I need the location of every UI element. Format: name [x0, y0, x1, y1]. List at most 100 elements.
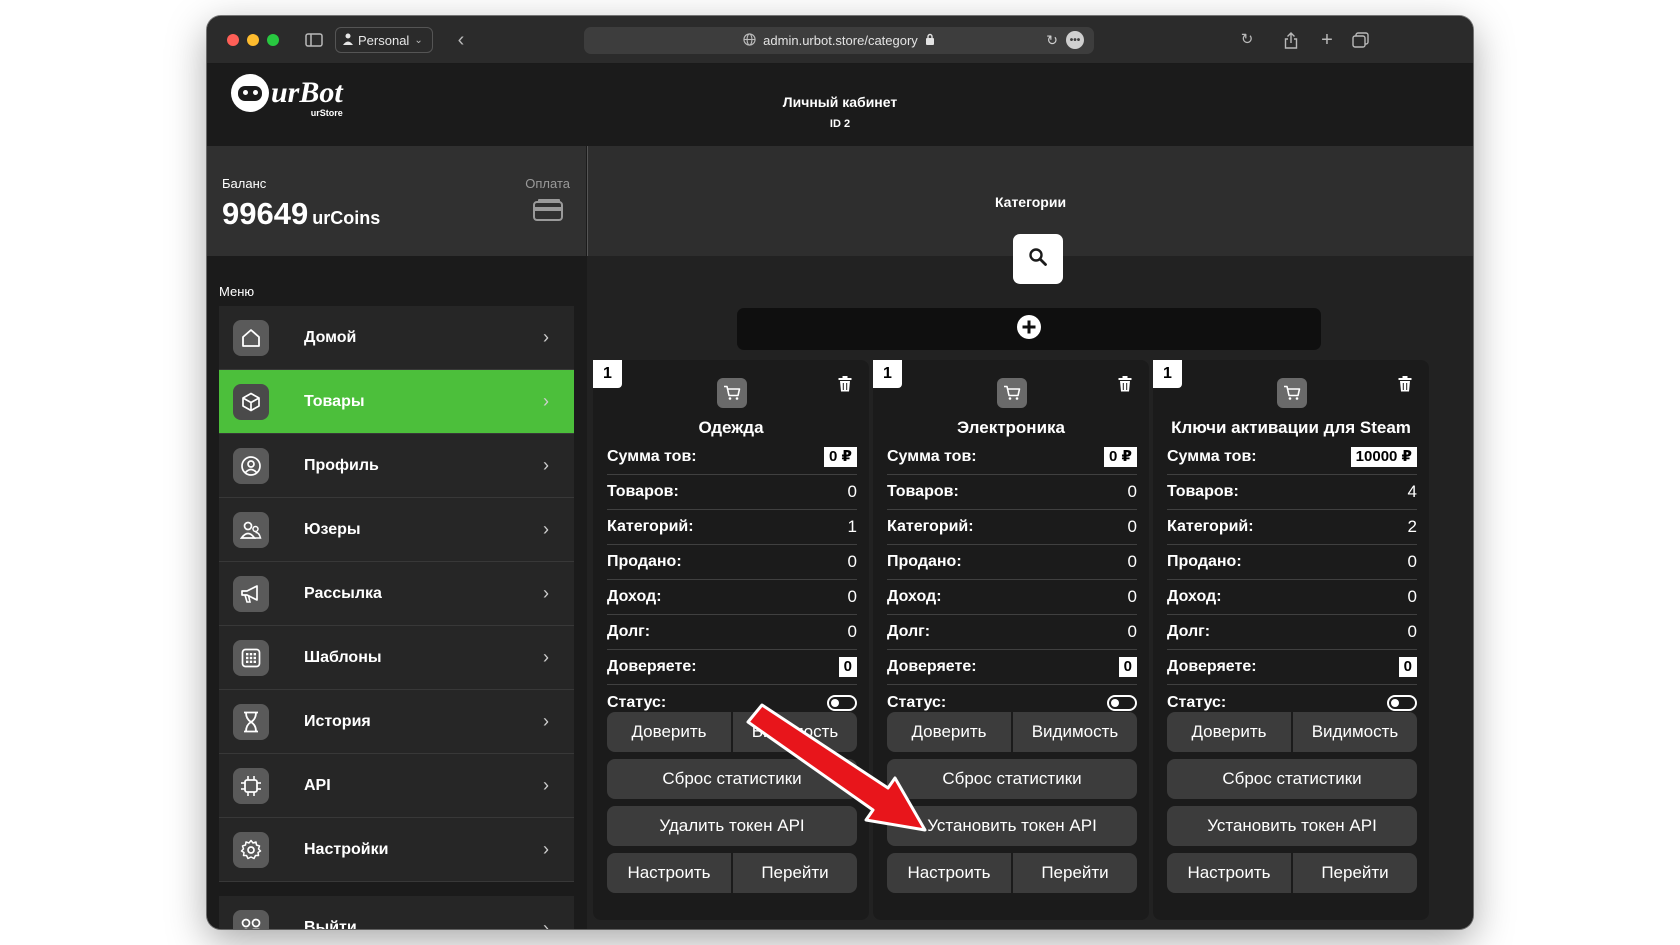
stat-label: Продано:: [1167, 553, 1242, 570]
stat-row-sum: Сумма тов: 10000 ₽: [1167, 440, 1417, 475]
stat-label: Сумма тов:: [607, 448, 697, 465]
chip-icon: [233, 767, 269, 804]
visibility-button[interactable]: Видимость: [733, 712, 857, 752]
stat-row-trust: Доверяете: 0: [607, 650, 857, 685]
trash-icon[interactable]: [835, 374, 855, 394]
status-toggle[interactable]: [1387, 694, 1417, 711]
stat-label: Доход:: [1167, 588, 1222, 605]
sidebar-item-profile[interactable]: Профиль ›: [219, 434, 574, 498]
search-icon: [1028, 247, 1048, 272]
stat-row-goods: Товаров: 4: [1167, 475, 1417, 510]
minimize-window-button[interactable]: [247, 34, 259, 46]
trash-icon[interactable]: [1115, 374, 1135, 394]
more-icon[interactable]: •••: [1066, 31, 1084, 49]
sidebar-item-api[interactable]: API ›: [219, 754, 574, 818]
stat-label: Продано:: [607, 553, 682, 570]
api-token-button[interactable]: Установить токен API: [887, 806, 1137, 846]
sidebar-item-exit[interactable]: Выйти ›: [219, 896, 574, 929]
sidebar-item-home[interactable]: Домой ›: [219, 306, 574, 370]
cart-icon[interactable]: [997, 378, 1027, 408]
visibility-button[interactable]: Видимость: [1013, 712, 1137, 752]
users-icon: [233, 511, 269, 548]
search-button[interactable]: [1013, 234, 1063, 284]
sidebar-item-products[interactable]: Товары ›: [219, 370, 574, 434]
card-number: 1: [873, 360, 902, 388]
stat-label: Долг:: [887, 623, 931, 640]
home-icon: [233, 319, 269, 356]
stat-row-income: Доход: 0: [607, 580, 857, 615]
sidebar-item-settings[interactable]: Настройки ›: [219, 818, 574, 882]
credit-card-icon[interactable]: [532, 198, 564, 222]
share-icon[interactable]: [1281, 30, 1301, 50]
reset-stats-button[interactable]: Сброс статистики: [607, 759, 857, 799]
configure-button[interactable]: Настроить: [887, 853, 1013, 893]
stat-value: 0: [1407, 552, 1417, 571]
configure-button[interactable]: Настроить: [607, 853, 733, 893]
open-button[interactable]: Перейти: [1293, 853, 1417, 893]
app-header: urBot urStore Личный кабинет ID 2: [207, 64, 1473, 146]
api-token-button[interactable]: Установить токен API: [1167, 806, 1417, 846]
stat-label: Доход:: [887, 588, 942, 605]
back-icon[interactable]: ‹: [451, 30, 471, 50]
reset-stats-button[interactable]: Сброс статистики: [887, 759, 1137, 799]
stat-value: 4: [1407, 482, 1417, 501]
card-stats: Сумма тов: 0 ₽ Товаров: 0 Категорий: 0 Прод…: [887, 440, 1137, 720]
globe-icon: [743, 32, 756, 49]
add-category-button[interactable]: [737, 308, 1321, 350]
sidebar-toggle-icon[interactable]: [303, 30, 325, 50]
trash-icon[interactable]: [1395, 374, 1415, 394]
configure-open-row: Настроить Перейти: [887, 853, 1137, 893]
sidebar-item-mailing[interactable]: Рассылка ›: [219, 562, 574, 626]
reset-stats-button[interactable]: Сброс статистики: [1167, 759, 1417, 799]
payment-label[interactable]: Оплата: [525, 176, 570, 191]
stat-row-debt: Долг: 0: [607, 615, 857, 650]
new-tab-icon[interactable]: +: [1317, 30, 1337, 50]
sidebar-item-label: Настройки: [304, 840, 389, 858]
zoom-window-button[interactable]: [267, 34, 279, 46]
profile-selector[interactable]: Personal ⌄: [335, 27, 433, 53]
stat-label: Категорий:: [887, 518, 974, 535]
stat-value: 1: [847, 517, 857, 536]
chevron-right-icon: ›: [543, 917, 549, 930]
trust-visibility-row: Доверить Видимость: [887, 712, 1137, 752]
stat-label: Статус:: [1167, 693, 1227, 711]
api-token-button[interactable]: Удалить токен API: [607, 806, 857, 846]
stat-value: 0: [1127, 482, 1137, 501]
trust-button[interactable]: Доверить: [887, 712, 1013, 752]
category-card: 1 Одежда Сумма тов: 0 ₽ Товаров: 0 Категор…: [593, 360, 869, 920]
close-window-button[interactable]: [227, 34, 239, 46]
sidebar-item-history[interactable]: История ›: [219, 690, 574, 754]
sidebar-item-templates[interactable]: Шаблоны ›: [219, 626, 574, 690]
tabs-overview-icon[interactable]: [1349, 30, 1371, 50]
stat-row-categories: Категорий: 1: [607, 510, 857, 545]
stat-value: 0: [1127, 622, 1137, 641]
chevron-right-icon: ›: [543, 327, 549, 347]
stat-label: Доверяете:: [1167, 658, 1257, 675]
open-button[interactable]: Перейти: [1013, 853, 1137, 893]
stat-value: 0: [1127, 552, 1137, 571]
stat-row-income: Доход: 0: [1167, 580, 1417, 615]
plus-circle-icon: [1016, 314, 1042, 345]
reload-icon[interactable]: ↻: [1046, 32, 1058, 49]
address-bar[interactable]: admin.urbot.store/category ↻ •••: [584, 27, 1094, 54]
cart-icon[interactable]: [1277, 378, 1307, 408]
lock-icon: [925, 33, 935, 48]
stat-label: Долг:: [1167, 623, 1211, 640]
status-toggle[interactable]: [827, 694, 857, 711]
token-row: Установить токен API: [1167, 806, 1417, 846]
person-icon: [343, 33, 353, 48]
trust-button[interactable]: Доверить: [607, 712, 733, 752]
visibility-button[interactable]: Видимость: [1293, 712, 1417, 752]
open-button[interactable]: Перейти: [733, 853, 857, 893]
refresh-icon[interactable]: ↻: [1237, 30, 1257, 50]
status-toggle[interactable]: [1107, 694, 1137, 711]
configure-button[interactable]: Настроить: [1167, 853, 1293, 893]
cart-icon[interactable]: [717, 378, 747, 408]
grid-icon: [233, 639, 269, 676]
stat-label: Долг:: [607, 623, 651, 640]
stat-value: 0: [1407, 587, 1417, 606]
balance-unit: urCoins: [312, 208, 381, 228]
sidebar-item-users[interactable]: Юзеры ›: [219, 498, 574, 562]
trust-button[interactable]: Доверить: [1167, 712, 1293, 752]
stat-value: 0: [1398, 657, 1417, 677]
